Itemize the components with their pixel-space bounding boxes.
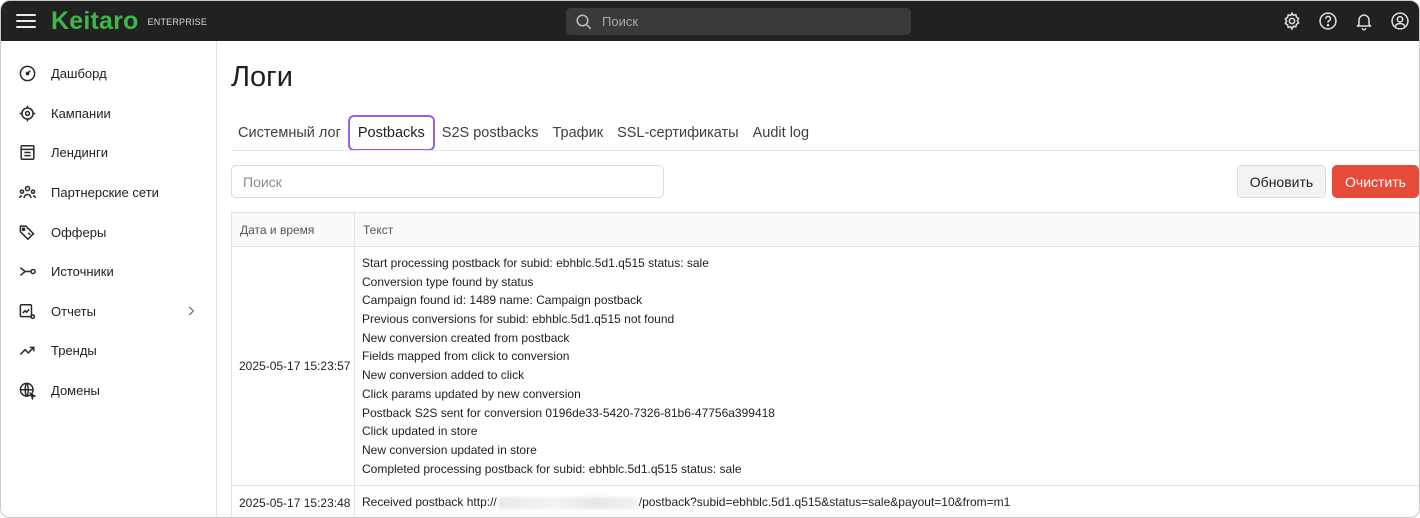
log-line: Postback S2S sent for conversion 0196de3… bbox=[362, 405, 775, 420]
logo-text: Keitaro bbox=[51, 6, 139, 35]
log-line: Fields mapped from click to conversion bbox=[362, 349, 570, 364]
table-row: 2025-05-17 15:23:57 Start processing pos… bbox=[231, 245, 1419, 487]
chevron-right-icon bbox=[188, 306, 195, 316]
hamburger-menu-icon[interactable] bbox=[15, 11, 37, 31]
log-line-prefix: Received postback http:// bbox=[362, 495, 497, 510]
log-line: Click updated in store bbox=[362, 424, 478, 439]
people-icon bbox=[17, 183, 37, 203]
tabs-divider bbox=[231, 150, 1419, 151]
sidebar-item-label: Дашборд bbox=[51, 66, 107, 82]
log-line: Previous conversions for subid: ebhblc.5… bbox=[362, 312, 675, 327]
sidebar-item-label: Партнерские сети bbox=[51, 185, 159, 201]
log-line: Received postback http:// /postback?subid… bbox=[362, 493, 1419, 512]
tab-ssl-certificates[interactable]: SSL-сертификаты bbox=[610, 115, 746, 151]
settings-icon[interactable] bbox=[1281, 10, 1303, 32]
sidebar-item-label: Отчеты bbox=[51, 303, 96, 319]
log-line: Start processing postback for subid: ebh… bbox=[362, 256, 709, 270]
sidebar-item-label: Лендинги bbox=[51, 145, 108, 161]
log-search-input[interactable] bbox=[231, 165, 664, 198]
log-tabs: Системный лог Postbacks S2S postbacks Тр… bbox=[231, 115, 816, 151]
log-line: Campaign found id: 1489 name: Campaign p… bbox=[362, 293, 643, 308]
page-title: Логи bbox=[231, 61, 293, 93]
sidebar-item-dashboard[interactable]: Дашборд bbox=[1, 54, 216, 94]
cell-datetime: 2025-05-17 15:23:48 bbox=[231, 485, 355, 517]
top-bar: Keitaro ENTERPRISE Поиск bbox=[1, 1, 1419, 41]
log-line-suffix: /postback?subid=ebhblc.5d1.q515&status=s… bbox=[638, 495, 1011, 510]
sidebar-item-label: Домены bbox=[51, 383, 100, 399]
column-header-text[interactable]: Текст bbox=[354, 212, 1419, 247]
redacted-host bbox=[497, 497, 638, 510]
log-table: Дата и время Текст 2025-05-17 15:23:57 S… bbox=[231, 212, 1419, 517]
table-header-row: Дата и время Текст bbox=[231, 212, 1419, 247]
tab-audit-log[interactable]: Audit log bbox=[746, 115, 816, 151]
sidebar-item-affiliate-networks[interactable]: Партнерские сети bbox=[1, 173, 216, 213]
log-line: New conversion added to click bbox=[362, 368, 525, 383]
target-icon bbox=[17, 103, 37, 123]
source-icon bbox=[17, 262, 37, 282]
help-icon[interactable] bbox=[1317, 10, 1339, 32]
sidebar-item-domains[interactable]: Домены bbox=[1, 371, 216, 411]
clear-button[interactable]: Очистить bbox=[1332, 165, 1419, 198]
sidebar-item-trends[interactable]: Тренды bbox=[1, 331, 216, 371]
top-icons bbox=[1281, 10, 1411, 32]
table-row: 2025-05-17 15:23:48 Received postback ht… bbox=[231, 485, 1419, 517]
bell-icon[interactable] bbox=[1353, 10, 1375, 32]
log-line: Completed processing postback for subid:… bbox=[362, 461, 742, 476]
sidebar-item-label: Источники bbox=[51, 264, 114, 280]
cell-datetime: 2025-05-17 15:23:57 bbox=[231, 245, 355, 487]
sidebar-item-landings[interactable]: Лендинги bbox=[1, 133, 216, 173]
refresh-button[interactable]: Обновить bbox=[1237, 165, 1326, 198]
app-window: Keitaro ENTERPRISE Поиск Дашборд Кампани… bbox=[0, 0, 1420, 518]
edition-label: ENTERPRISE bbox=[147, 17, 208, 27]
sidebar-item-offers[interactable]: Офферы bbox=[1, 212, 216, 252]
column-header-datetime[interactable]: Дата и время bbox=[231, 212, 355, 247]
search-icon bbox=[576, 14, 592, 29]
report-icon bbox=[17, 301, 37, 321]
log-line: Conversion type found by status bbox=[362, 274, 534, 289]
tab-s2s-postbacks[interactable]: S2S postbacks bbox=[435, 115, 546, 151]
global-search-placeholder: Поиск bbox=[602, 14, 639, 29]
global-search[interactable]: Поиск bbox=[566, 8, 911, 35]
globe-icon bbox=[17, 381, 37, 401]
log-line: Click params updated by new conversion bbox=[362, 386, 581, 401]
sidebar-item-reports[interactable]: Отчеты bbox=[1, 292, 216, 332]
tab-traffic[interactable]: Трафик bbox=[546, 115, 611, 151]
sidebar-item-campaigns[interactable]: Кампании bbox=[1, 94, 216, 134]
main-content: Логи Системный лог Postbacks S2S postbac… bbox=[217, 41, 1419, 517]
cell-messages: Received postback http:// /postback?subid… bbox=[354, 485, 1419, 517]
account-icon[interactable] bbox=[1389, 10, 1411, 32]
log-line: New conversion created from postback bbox=[362, 330, 570, 345]
sidebar-item-label: Тренды bbox=[51, 343, 97, 359]
tab-system-log[interactable]: Системный лог bbox=[231, 115, 348, 151]
landing-icon bbox=[17, 143, 37, 163]
sidebar: Дашборд Кампании Лендинги Партнерские се… bbox=[1, 41, 217, 517]
sidebar-item-label: Кампании bbox=[51, 105, 111, 121]
log-line: New conversion updated in store bbox=[362, 442, 537, 457]
logo[interactable]: Keitaro ENTERPRISE bbox=[51, 6, 207, 36]
tab-postbacks[interactable]: Postbacks bbox=[347, 115, 435, 151]
dashboard-icon bbox=[17, 64, 37, 84]
trend-icon bbox=[17, 341, 37, 361]
sidebar-item-label: Офферы bbox=[51, 224, 107, 240]
sidebar-item-sources[interactable]: Источники bbox=[1, 252, 216, 292]
cell-messages: Start processing postback for subid: ebh… bbox=[354, 245, 1419, 487]
tag-icon bbox=[17, 222, 37, 242]
